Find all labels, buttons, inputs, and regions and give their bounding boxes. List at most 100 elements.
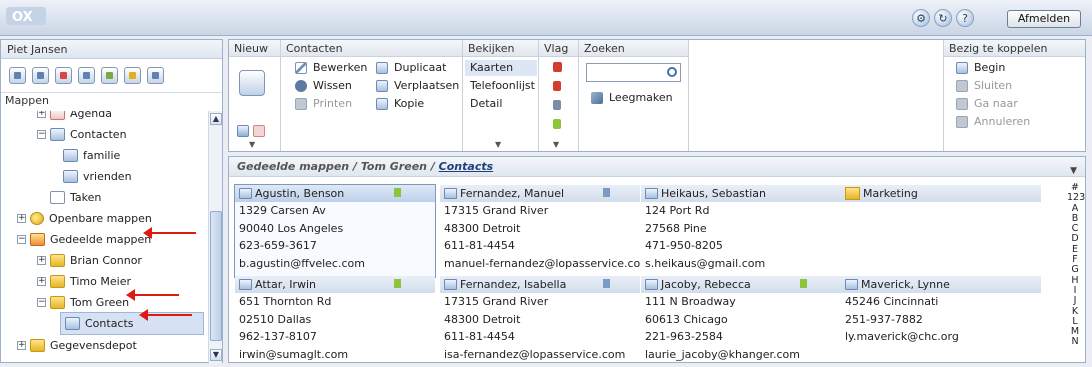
search-icon[interactable]	[667, 67, 677, 77]
flag-green-icon[interactable]	[394, 279, 401, 288]
contact-icon	[239, 188, 252, 199]
delete-button[interactable]: Wissen	[295, 78, 352, 94]
group-title: Bekijken	[463, 40, 538, 57]
tree-item-brian-connor[interactable]: + Brian Connor	[37, 250, 142, 271]
files-icon[interactable]	[124, 67, 141, 84]
contact-card[interactable]: Agustin, Benson 1329 Carsen Av 90040 Los…	[234, 184, 436, 278]
chevron-down-icon[interactable]: ▼	[495, 140, 501, 149]
tasks-icon[interactable]	[101, 67, 118, 84]
search-input[interactable]	[586, 63, 681, 82]
flag-green-icon[interactable]	[800, 279, 807, 288]
contact-card[interactable]: Fernandez, Manuel 17315 Grand River 4830…	[440, 185, 640, 277]
chevron-down-icon[interactable]: ▼	[553, 140, 559, 149]
contacts-icon[interactable]	[78, 67, 95, 84]
home-icon[interactable]	[9, 67, 26, 84]
ox-logo: OX	[6, 7, 46, 25]
expand-icon[interactable]: +	[37, 256, 46, 265]
tree-item-openbare-mappen[interactable]: + Openbare mappen	[17, 208, 152, 229]
link-goto-icon	[956, 98, 968, 110]
link-goto-button[interactable]: Ga naar	[956, 96, 1018, 112]
tree-label: Timo Meier	[70, 275, 131, 288]
contact-line: 251-937-7882	[845, 312, 923, 326]
flag-remove-icon[interactable]	[553, 62, 562, 72]
logout-button[interactable]: Afmelden	[1007, 10, 1081, 28]
svg-text:OX: OX	[12, 10, 33, 25]
label: Leegmaken	[609, 91, 673, 104]
tree-item-familie[interactable]: familie	[63, 145, 120, 166]
contact-card[interactable]: Attar, Irwin 651 Thornton Rd 02510 Dalla…	[235, 276, 435, 367]
contact-card[interactable]: Heikaus, Sebastian 124 Port Rd 27568 Pin…	[641, 185, 841, 277]
collapse-icon[interactable]: −	[37, 130, 46, 139]
contact-card[interactable]: Jacoby, Rebecca 111 N Broadway 60613 Chi…	[641, 276, 841, 367]
flag-green-icon[interactable]	[394, 188, 401, 197]
view-phonelist-option[interactable]: Telefoonlijst	[470, 78, 535, 94]
calendar-icon[interactable]	[55, 67, 72, 84]
scroll-thumb[interactable]	[210, 211, 222, 341]
link-cancel-button[interactable]: Annuleren	[956, 114, 1030, 130]
refresh-icon[interactable]: ↻	[934, 9, 952, 27]
new-contact-icon[interactable]	[239, 70, 265, 96]
chevron-down-icon[interactable]: ▼	[1070, 161, 1077, 181]
duplicate-button[interactable]: Duplicaat	[376, 60, 446, 76]
tree-item-agenda[interactable]: + Agenda	[37, 111, 112, 124]
flag-blue-icon[interactable]	[603, 188, 610, 197]
tree-item-vrienden[interactable]: vrienden	[63, 166, 132, 187]
move-button[interactable]: Verplaatsen	[376, 78, 459, 94]
expand-icon[interactable]: +	[17, 214, 26, 223]
label: Duplicaat	[394, 61, 447, 74]
edit-button[interactable]: Bewerken	[295, 60, 367, 76]
tree-item-taken[interactable]: Taken	[50, 187, 101, 208]
contact-card[interactable]: Maverick, Lynne 45246 Cincinnati 251-937…	[841, 276, 1041, 367]
collapse-icon[interactable]: −	[17, 235, 26, 244]
scroll-down-icon[interactable]: ▼	[210, 349, 222, 361]
label: Wissen	[313, 79, 352, 92]
scroll-up-icon[interactable]: ▲	[210, 113, 222, 125]
distribution-list-card[interactable]: Marketing	[841, 185, 1041, 277]
link-begin-button[interactable]: Begin	[956, 60, 1005, 76]
options-icon[interactable]	[147, 67, 164, 84]
expand-icon[interactable]: +	[37, 277, 46, 286]
label: Printen	[313, 97, 353, 110]
label: Kopie	[394, 97, 425, 110]
mail-icon[interactable]	[32, 67, 49, 84]
flag-green-icon[interactable]	[553, 119, 561, 129]
new-appointment-icon[interactable]	[253, 125, 265, 137]
view-cards-option[interactable]: Kaarten	[465, 60, 537, 76]
tree-item-gegevensdepot[interactable]: + Gegevensdepot	[17, 335, 137, 356]
expand-icon[interactable]: +	[17, 341, 26, 350]
gear-icon[interactable]: ⚙	[912, 9, 930, 27]
link-begin-icon	[956, 62, 968, 74]
help-icon[interactable]: ?	[956, 9, 974, 27]
group-title: Nieuw	[229, 40, 280, 57]
contact-icon	[645, 188, 658, 199]
chevron-down-icon[interactable]: ▼	[249, 140, 255, 149]
move-icon	[376, 80, 388, 92]
contact-line: 111 N Broadway	[645, 295, 736, 308]
tree-item-timo-meier[interactable]: + Timo Meier	[37, 271, 131, 292]
folder-tree: + Agenda − Contacten familie vrienden Ta…	[1, 111, 207, 364]
flag-red-icon[interactable]	[553, 81, 561, 91]
annotation-arrow	[143, 227, 196, 239]
flag-blue-icon[interactable]	[603, 279, 610, 288]
contact-line: 611-81-4454	[444, 239, 515, 252]
view-detail-option[interactable]: Detail	[470, 96, 502, 112]
tree-item-contacts[interactable]: Contacts	[60, 312, 204, 335]
sidebar-scrollbar[interactable]: ▲ ▼	[208, 111, 222, 364]
contact-card[interactable]: Fernandez, Isabella 17315 Grand River 48…	[440, 276, 640, 367]
clear-button[interactable]: Leegmaken	[591, 90, 673, 106]
breadcrumb-shared: Gedeelde mappen	[237, 160, 350, 173]
tree-item-tom-green[interactable]: − Tom Green	[37, 292, 129, 313]
contact-line: 471-950-8205	[645, 239, 723, 252]
tree-item-gedeelde-mappen[interactable]: − Gedeelde mappen	[17, 229, 151, 250]
print-button[interactable]: Printen	[295, 96, 352, 112]
tree-item-contacten[interactable]: − Contacten	[37, 124, 127, 145]
collapse-icon[interactable]: −	[37, 298, 46, 307]
breadcrumb-folder-link[interactable]: Contacts	[439, 160, 493, 173]
copy-button[interactable]: Kopie	[376, 96, 424, 112]
expand-icon[interactable]: +	[37, 111, 46, 118]
link-close-button[interactable]: Sluiten	[956, 78, 1012, 94]
tree-label: Brian Connor	[70, 254, 142, 267]
new-list-icon[interactable]	[237, 125, 249, 137]
alphabet-index[interactable]: # 123 A B C D E F G H I J K L M N	[1067, 182, 1085, 348]
flag-blue-icon[interactable]	[553, 100, 561, 110]
